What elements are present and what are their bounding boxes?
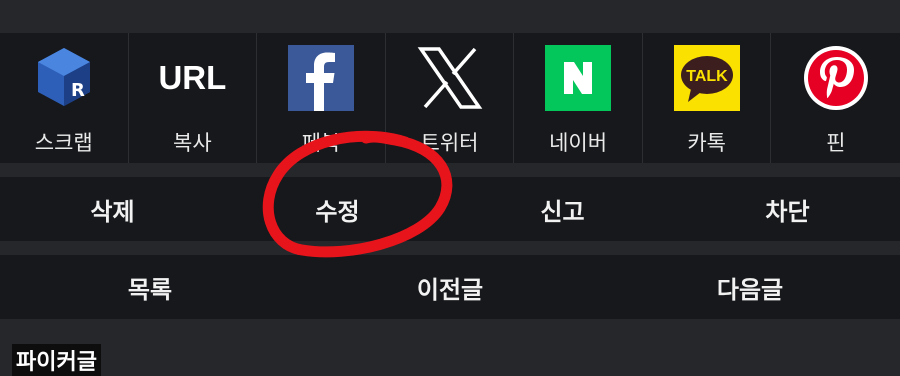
list-button[interactable]: 목록 (0, 255, 300, 319)
share-label: 스크랩 (34, 131, 93, 155)
svg-text:TALK: TALK (686, 68, 728, 85)
share-label: 카톡 (687, 131, 726, 155)
share-bar: R 스크랩 URL 복사 페북 트위터 네이버 TALK 카톡 핀 (0, 33, 900, 163)
post-action-bar: 삭제 수정 신고 차단 (0, 177, 900, 241)
facebook-icon (287, 45, 354, 111)
share-label: 핀 (826, 131, 846, 155)
kakaotalk-icon: TALK (673, 45, 740, 111)
x-twitter-icon (417, 45, 483, 111)
delete-button[interactable]: 삭제 (0, 177, 225, 241)
pinterest-icon (803, 45, 869, 111)
share-label: 트위터 (420, 131, 479, 155)
share-kakaotalk-button[interactable]: TALK 카톡 (643, 33, 772, 163)
scrap-cube-icon: R (31, 45, 97, 111)
block-button[interactable]: 차단 (675, 177, 900, 241)
share-copy-url-button[interactable]: URL 복사 (129, 33, 258, 163)
share-scrap-button[interactable]: R 스크랩 (0, 33, 129, 163)
prev-post-button[interactable]: 이전글 (300, 255, 600, 319)
share-twitter-button[interactable]: 트위터 (386, 33, 515, 163)
report-button[interactable]: 신고 (450, 177, 675, 241)
share-label: 페북 (301, 131, 341, 155)
share-naver-button[interactable]: 네이버 (514, 33, 643, 163)
url-icon: URL (158, 59, 227, 96)
svg-text:R: R (71, 80, 85, 101)
naver-icon (545, 45, 612, 111)
share-label: 네이버 (549, 131, 608, 155)
share-label: 복사 (173, 131, 212, 155)
edit-button[interactable]: 수정 (225, 177, 450, 241)
post-navigation-bar: 목록 이전글 다음글 (0, 255, 900, 319)
section-title-partial: 파이커글 (12, 344, 101, 376)
share-pinterest-button[interactable]: 핀 (771, 33, 900, 163)
share-facebook-button[interactable]: 페북 (257, 33, 386, 163)
next-post-button[interactable]: 다음글 (600, 255, 900, 319)
